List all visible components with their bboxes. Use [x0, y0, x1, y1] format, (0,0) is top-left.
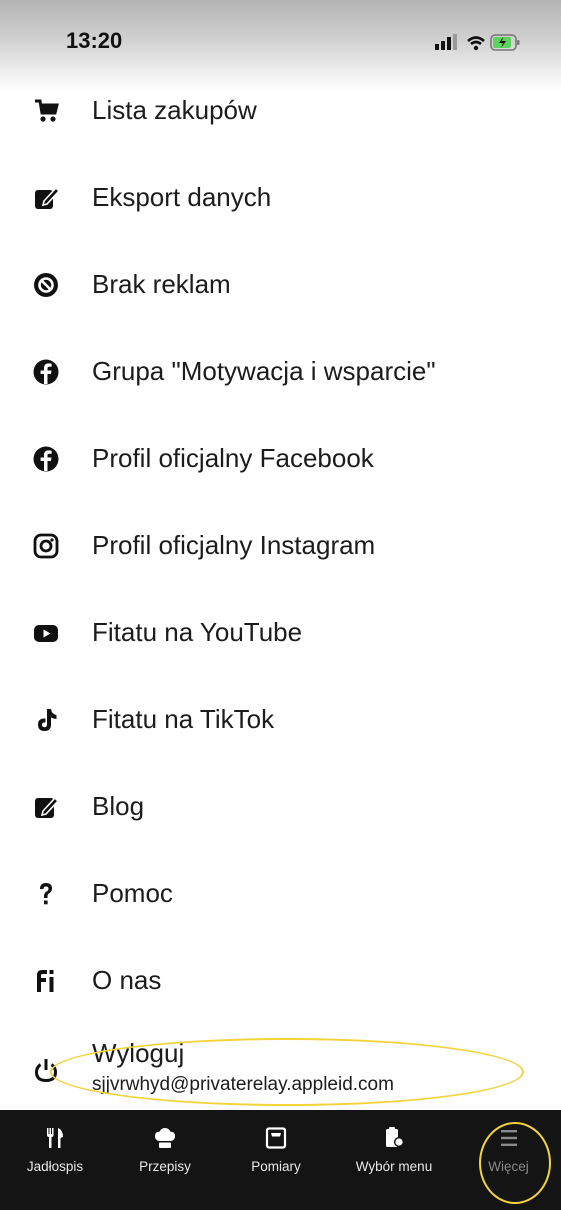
tab-jadlospis[interactable]: Jadłospis: [0, 1110, 110, 1174]
menu-item-youtube[interactable]: Fitatu na YouTube: [0, 603, 561, 663]
menu-item-blog[interactable]: Blog: [0, 777, 561, 837]
menu-item-instagram-profile[interactable]: Profil oficjalny Instagram: [0, 516, 561, 576]
tab-label: Wybór menu: [355, 1159, 433, 1174]
menu-item-label: Grupa "Motywacja i wsparcie": [92, 356, 436, 386]
signal-wifi-battery-icon: [435, 34, 520, 51]
menu-item-about[interactable]: O nas: [0, 951, 561, 1011]
menu-item-label: Pomoc: [92, 878, 173, 908]
no-ads-icon: [32, 271, 60, 299]
chef-hat-icon: [153, 1126, 177, 1150]
menu-choice-icon: [382, 1126, 406, 1150]
menu-item-label: Fitatu na TikTok: [92, 704, 275, 734]
tab-wybor-menu[interactable]: Wybór menu: [332, 1110, 456, 1174]
tab-wiecej[interactable]: Więcej: [456, 1110, 561, 1174]
shopping-cart-icon: [32, 97, 60, 125]
blog-edit-icon: [32, 793, 60, 821]
tiktok-icon: [32, 706, 60, 734]
menu-item-data-export[interactable]: Eksport danych: [0, 168, 561, 228]
menu-item-facebook-group[interactable]: Grupa "Motywacja i wsparcie": [0, 342, 561, 402]
fork-knife-icon: [43, 1126, 67, 1150]
account-email: sjjvrwhyd@privaterelay.appleid.com: [92, 1074, 394, 1095]
hamburger-icon: [497, 1126, 521, 1150]
tab-label: Przepisy: [139, 1159, 191, 1174]
menu-item-label: Profil oficjalny Instagram: [92, 530, 376, 560]
fitatu-logo-icon: [32, 967, 60, 995]
menu-item-label: Eksport danych: [92, 182, 272, 212]
power-icon: [32, 1056, 60, 1084]
menu-item-label: Profil oficjalny Facebook: [92, 443, 374, 473]
export-edit-icon: [32, 184, 60, 212]
bottom-nav: Jadłospis Przepisy Pomiary Wybór menu Wi…: [0, 1110, 561, 1210]
instagram-icon: [32, 532, 60, 560]
menu-item-logout[interactable]: Wyloguj sjjvrwhyd@privaterelay.appleid.c…: [0, 1038, 561, 1100]
facebook-icon: [32, 358, 60, 386]
menu-item-label: O nas: [92, 965, 162, 995]
status-bar: 13:20: [0, 0, 561, 92]
menu-item-label: Blog: [92, 791, 145, 821]
tab-przepisy[interactable]: Przepisy: [110, 1110, 220, 1174]
status-icons: [435, 32, 521, 59]
menu-item-shopping-list[interactable]: Lista zakupów: [0, 81, 561, 141]
question-icon: [32, 880, 60, 908]
logout-label: Wyloguj: [92, 1038, 185, 1068]
menu-item-label: Fitatu na YouTube: [92, 617, 303, 647]
menu-item-help[interactable]: Pomoc: [0, 864, 561, 924]
youtube-icon: [32, 619, 60, 647]
tab-label: Więcej: [488, 1159, 529, 1174]
menu-item-label: Brak reklam: [92, 269, 231, 299]
facebook-icon: [32, 445, 60, 473]
menu-item-facebook-profile[interactable]: Profil oficjalny Facebook: [0, 429, 561, 489]
tab-pomiary[interactable]: Pomiary: [220, 1110, 332, 1174]
status-time: 13:20: [66, 28, 123, 53]
menu-item-label: Lista zakupów: [92, 95, 257, 125]
measurement-icon: [264, 1126, 288, 1150]
tab-label: Jadłospis: [26, 1159, 84, 1174]
menu-item-tiktok[interactable]: Fitatu na TikTok: [0, 690, 561, 750]
tab-label: Pomiary: [251, 1159, 301, 1174]
menu-item-no-ads[interactable]: Brak reklam: [0, 255, 561, 315]
